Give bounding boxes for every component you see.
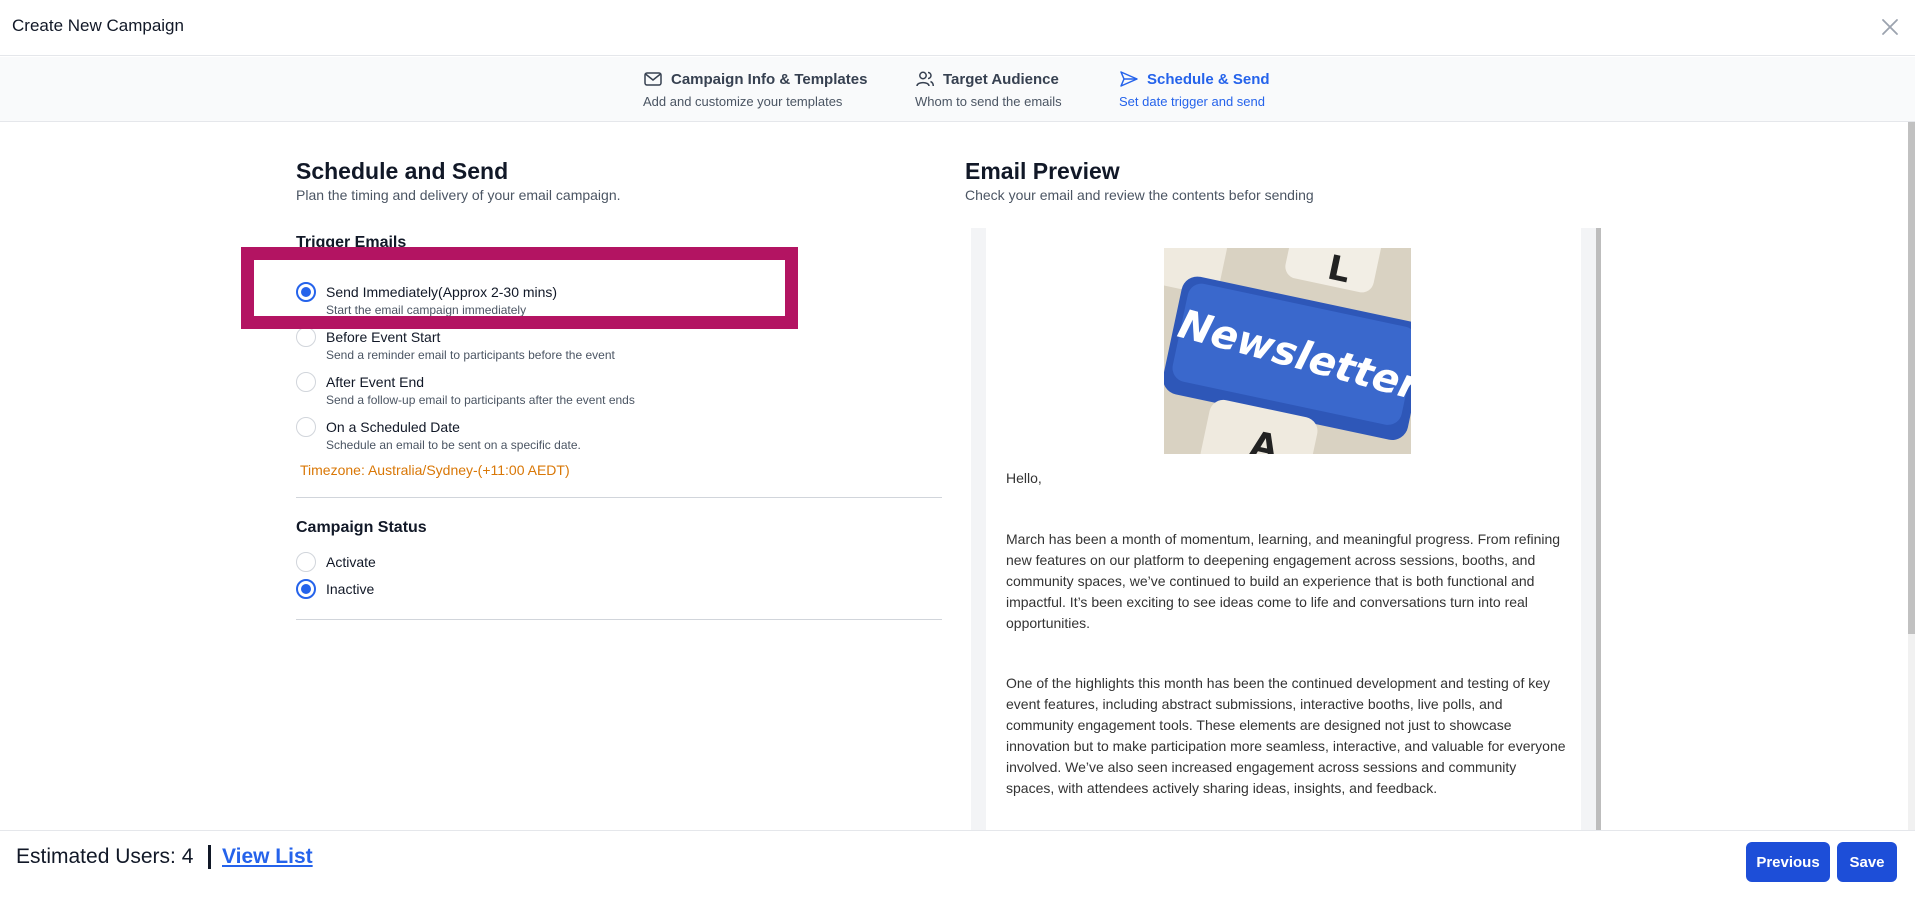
email-preview-panel: Email Preview Check your email and revie…	[965, 122, 1605, 830]
trigger-after-event-end[interactable]: After Event End Send a follow-up email t…	[296, 371, 896, 409]
separator	[208, 845, 211, 869]
preview-scrollbar[interactable]	[1596, 228, 1601, 830]
radio-label: Inactive	[326, 581, 375, 597]
radio-button[interactable]	[296, 327, 316, 347]
radio-label: Activate	[326, 554, 376, 570]
radio-description: Start the email campaign immediately	[326, 303, 527, 317]
step-title: Schedule & Send	[1147, 71, 1270, 88]
preview-edge-right	[1581, 228, 1596, 830]
preview-subtitle: Check your email and review the contents…	[965, 187, 1314, 203]
step-subtitle: Add and customize your templates	[643, 94, 843, 109]
trigger-send-immediately[interactable]: Send Immediately(Approx 2-30 mins) Start…	[296, 281, 896, 319]
radio-button[interactable]	[296, 417, 316, 437]
status-inactive[interactable]: Inactive	[296, 578, 896, 602]
send-icon	[1119, 69, 1139, 89]
divider	[296, 497, 942, 498]
previous-button[interactable]: Previous	[1746, 842, 1830, 882]
radio-label: Before Event Start	[326, 329, 441, 345]
radio-label: After Event End	[326, 374, 425, 390]
divider	[296, 619, 942, 620]
schedule-title: Schedule and Send	[296, 158, 509, 184]
modal-title: Create New Campaign	[12, 16, 184, 35]
radio-button[interactable]	[296, 579, 316, 599]
radio-description: Send a follow-up email to participants a…	[326, 393, 635, 407]
radio-button[interactable]	[296, 282, 316, 302]
campaign-status-label: Campaign Status	[296, 519, 427, 536]
preview-edge-left	[971, 228, 986, 830]
radio-button[interactable]	[296, 552, 316, 572]
stepper: Campaign Info & Templates Add and custom…	[0, 57, 1915, 122]
schedule-subtitle: Plan the timing and delivery of your ema…	[296, 187, 621, 203]
footer-bar: Estimated Users: 4 View List Previous Sa…	[0, 830, 1915, 905]
step-title: Target Audience	[943, 71, 1059, 88]
newsletter-image: L Newsletter A	[1164, 248, 1411, 454]
email-greeting: Hello,	[1006, 470, 1042, 486]
email-body: L Newsletter A Hello, March has been a m…	[1006, 248, 1566, 799]
view-list-link[interactable]: View List	[222, 845, 313, 869]
radio-label: Send Immediately(Approx 2-30 mins)	[326, 284, 558, 300]
radio-description: Schedule an email to be sent on a specif…	[326, 438, 581, 452]
step-subtitle: Whom to send the emails	[915, 94, 1062, 109]
users-icon	[915, 69, 935, 89]
email-preview-frame[interactable]: L Newsletter A Hello, March has been a m…	[971, 228, 1601, 830]
step-title: Campaign Info & Templates	[671, 71, 868, 88]
trigger-before-event-start[interactable]: Before Event Start Send a reminder email…	[296, 326, 896, 364]
trigger-scheduled-date[interactable]: On a Scheduled Date Schedule an email to…	[296, 416, 896, 454]
close-icon[interactable]	[1877, 14, 1903, 40]
status-activate[interactable]: Activate	[296, 551, 896, 575]
timezone-text: Timezone: Australia/Sydney-(+11:00 AEDT)	[300, 462, 570, 478]
radio-button[interactable]	[296, 372, 316, 392]
page-scrollbar-thumb[interactable]	[1908, 122, 1915, 634]
estimated-users: Estimated Users: 4	[16, 845, 194, 868]
modal-header: Create New Campaign	[0, 0, 1915, 56]
radio-description: Send a reminder email to participants be…	[326, 348, 615, 362]
step-subtitle: Set date trigger and send	[1119, 94, 1265, 109]
email-paragraph: March has been a month of momentum, lear…	[1006, 531, 1561, 631]
trigger-emails-label: Trigger Emails	[296, 234, 407, 251]
preview-title: Email Preview	[965, 158, 1120, 184]
email-paragraph: One of the highlights this month has bee…	[1006, 675, 1566, 796]
radio-label: On a Scheduled Date	[326, 419, 460, 435]
mail-icon	[643, 69, 663, 89]
save-button[interactable]: Save	[1837, 842, 1897, 882]
